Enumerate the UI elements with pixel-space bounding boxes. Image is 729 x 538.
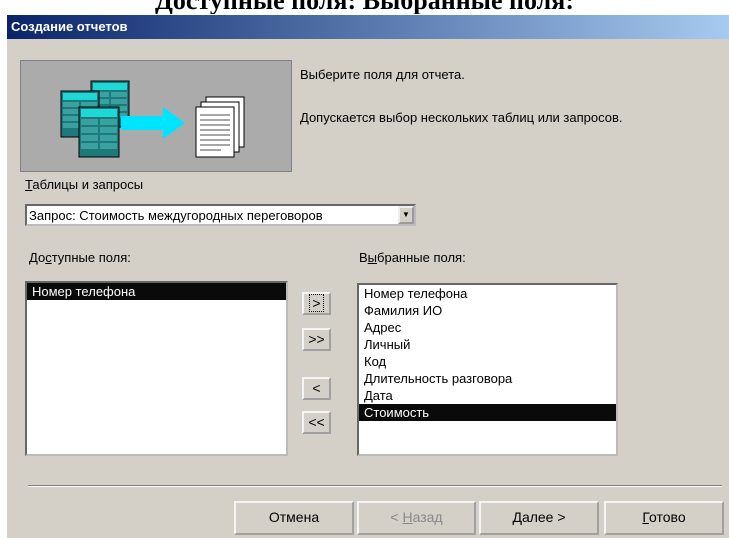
title-bar[interactable]: Создание отчетов — [7, 15, 729, 39]
available-label-post: тупные поля: — [51, 250, 131, 265]
cancel-button[interactable]: Отмена — [234, 501, 354, 535]
next-label-post: алее > — [521, 509, 566, 525]
selected-label-post: бранные поля: — [377, 250, 466, 265]
tables-queries-combobox[interactable]: Запрос: Стоимость междугородных перегово… — [25, 204, 416, 226]
finish-button[interactable]: Готово — [604, 501, 724, 535]
list-item[interactable]: Стоимость — [359, 404, 616, 421]
list-item[interactable]: Личный — [359, 336, 616, 353]
instruction-text: Выберите поля для отчета. — [300, 67, 465, 82]
tables-queries-label: Таблицы и запросы — [25, 177, 143, 192]
instruction-hint: Допускается выбор нескольких таблиц или … — [300, 110, 623, 125]
list-item[interactable]: Номер телефона — [359, 285, 616, 302]
remove-one-button[interactable]: < — [302, 377, 331, 400]
selected-label-mnemonic: ы — [367, 250, 378, 265]
next-button[interactable]: Далее > — [479, 501, 599, 535]
list-item[interactable]: Номер телефона — [27, 283, 286, 300]
combobox-value: Запрос: Стоимость междугородных перегово… — [29, 208, 323, 223]
back-label-post: азад — [412, 509, 443, 525]
finish-label-post: отово — [649, 509, 686, 525]
remove-all-button[interactable]: << — [302, 411, 331, 434]
list-item[interactable]: Дата — [359, 387, 616, 404]
selected-fields-list[interactable]: Номер телефона Фамилия ИО Адрес Личный К… — [357, 283, 618, 456]
list-item[interactable]: Адрес — [359, 319, 616, 336]
available-label-pre: До — [29, 250, 46, 265]
next-label-mnemonic: Д — [512, 509, 522, 525]
back-button[interactable]: < Назад — [357, 501, 476, 535]
tables-label-text: аблицы и запросы — [32, 177, 144, 192]
report-wizard-dialog: Создание отчетов Выберите поля для отчет… — [6, 14, 729, 538]
divider-highlight — [28, 486, 722, 487]
add-one-button[interactable]: > — [302, 292, 331, 315]
wizard-illustration — [20, 60, 292, 172]
list-item[interactable]: Фамилия ИО — [359, 302, 616, 319]
dropdown-arrow-icon[interactable]: ▼ — [398, 206, 414, 224]
add-one-label: > — [309, 294, 324, 312]
back-label-mnemonic: Н — [402, 509, 413, 525]
available-fields-list[interactable]: Номер телефона — [25, 281, 288, 456]
add-all-button[interactable]: >> — [302, 328, 331, 351]
tables-to-report-icon — [60, 80, 245, 158]
selected-label-pre: В — [359, 250, 368, 265]
list-item[interactable]: Код — [359, 353, 616, 370]
selected-fields-label: Выбранные поля: — [359, 250, 466, 265]
window-title: Создание отчетов — [11, 19, 128, 34]
back-label-pre: < — [390, 509, 403, 525]
slide-heading: Доступные поля: Выбранные поля: — [155, 0, 574, 15]
list-item[interactable]: Длительность разговора — [359, 370, 616, 387]
available-fields-label: Доступные поля: — [29, 250, 131, 265]
